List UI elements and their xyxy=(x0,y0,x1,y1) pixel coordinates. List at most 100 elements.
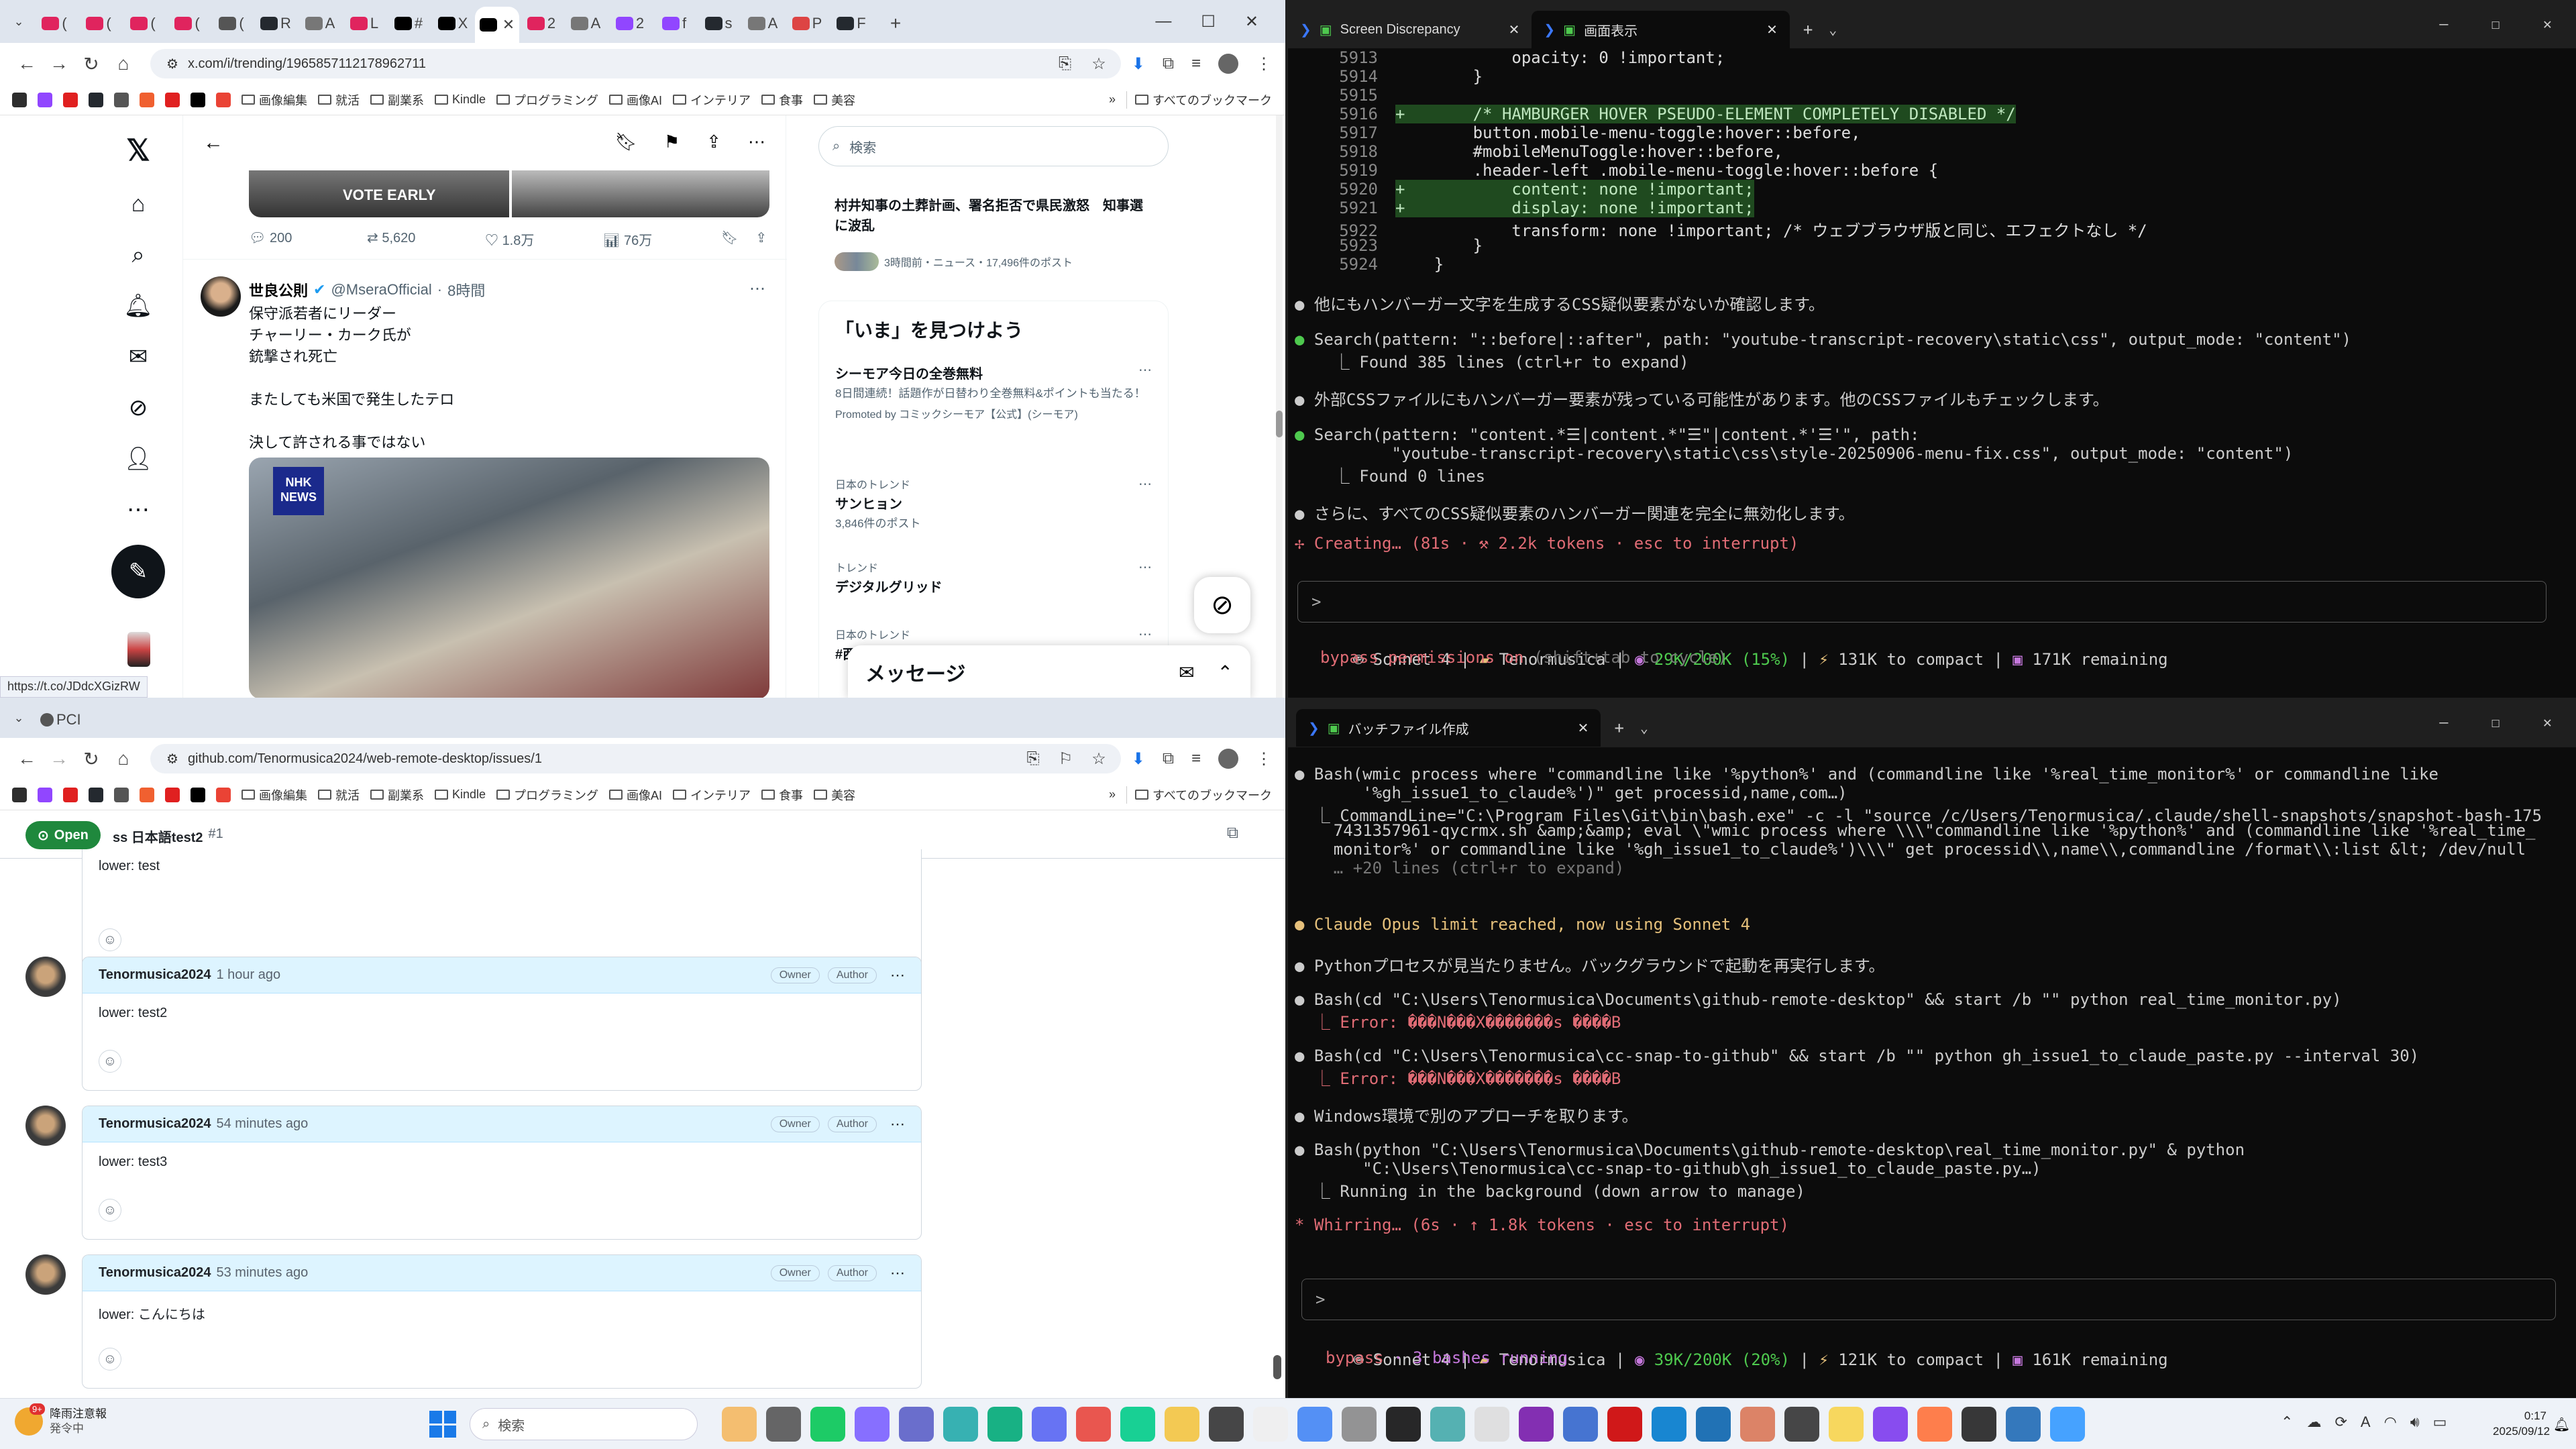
start-button[interactable] xyxy=(429,1411,456,1438)
prompt-input[interactable]: > xyxy=(1301,1279,2556,1320)
comment-time[interactable]: 54 minutes ago xyxy=(217,1116,309,1132)
media-icon[interactable]: ≡ xyxy=(1191,54,1201,73)
bookmark-star-icon[interactable]: ☆ xyxy=(1091,54,1106,74)
more-icon[interactable]: ⋯ xyxy=(890,967,905,984)
scrollbar[interactable] xyxy=(1276,115,1283,698)
grok-icon[interactable]: ⊘ xyxy=(123,393,153,423)
bookmark-folder[interactable]: 画像編集 xyxy=(241,786,307,804)
reload-icon[interactable]: ↻ xyxy=(75,48,107,80)
bookmark-folder[interactable]: Kindle xyxy=(435,788,486,802)
close-tab-icon[interactable]: ✕ xyxy=(1509,21,1520,38)
bookmark-favicon-icon[interactable] xyxy=(191,92,205,107)
weather-app-icon[interactable] xyxy=(722,1407,757,1442)
bookmark-favicon-icon[interactable] xyxy=(89,92,103,107)
bookmark-folder[interactable]: 画像AI xyxy=(609,786,662,804)
dropdown-icon[interactable]: ⌄ xyxy=(1640,720,1648,736)
tweet-author-name[interactable]: 世良公則 xyxy=(249,279,308,301)
bookmark-favicon-icon[interactable] xyxy=(191,787,205,802)
bookmark-favicon-icon[interactable] xyxy=(114,787,129,802)
bookmark-folder[interactable]: 美容 xyxy=(814,91,855,109)
more-icon[interactable]: ⋯ xyxy=(749,279,765,299)
maximize-icon[interactable]: ☐ xyxy=(2491,714,2500,731)
share-icon[interactable]: ⇪ xyxy=(755,229,767,249)
address-bar[interactable]: ⚙ x.com/i/trending/1965857112178962711 ⎘ ☆ xyxy=(150,49,1121,78)
maximize-icon[interactable]: ☐ xyxy=(2491,16,2500,33)
ime-icon[interactable]: A xyxy=(2361,1413,2371,1431)
messages-drawer[interactable]: メッセージ ✉ ⌃ xyxy=(848,645,1250,698)
comment-author[interactable]: Tenormusica2024 xyxy=(99,967,211,983)
reload-icon[interactable]: ↻ xyxy=(75,743,107,775)
search-icon[interactable]: ⌕ xyxy=(123,240,153,270)
trend-item[interactable]: 日本のトレンド サンヒョン 3,846件のポスト ⋯ xyxy=(819,472,1168,555)
terminal-tab[interactable]: ❯ ▣ 画面表示 ✕ xyxy=(1532,11,1790,48)
tweet-image-right[interactable] xyxy=(512,170,769,217)
sync-app-icon[interactable] xyxy=(943,1407,978,1442)
browser-tab[interactable]: A xyxy=(298,9,342,38)
add-reaction-icon[interactable]: ☺ xyxy=(99,928,121,951)
bookmark-favicon-icon[interactable] xyxy=(216,92,231,107)
trend-item[interactable]: シーモア今日の全巻無料 8日間連続！話題作が日替わり全巻無料&ポイントも当たる！ P… xyxy=(819,358,1168,472)
terminal-tab[interactable]: ❯ ▣ Screen Discrepancy ✕ xyxy=(1288,11,1532,48)
tweet-image-left[interactable]: VOTE EARLY xyxy=(249,170,509,217)
weather-widget[interactable]: 9+ 降雨注意報 発令中 xyxy=(15,1403,107,1436)
extensions-icon[interactable]: ⧉ xyxy=(1163,54,1174,73)
bookmark-favicon-icon[interactable] xyxy=(216,787,231,802)
x-logo-icon[interactable]: 𝕏 xyxy=(123,134,153,167)
browser-tab[interactable]: F xyxy=(829,9,873,38)
post-button[interactable]: ✎ xyxy=(111,545,165,598)
dropdown-icon[interactable]: ⌄ xyxy=(1829,21,1837,38)
terminal-tab[interactable]: ❯ ▣ バッチファイル作成 ✕ xyxy=(1296,709,1601,747)
taskbar-search[interactable]: ⌕ 検索 xyxy=(470,1408,698,1440)
bookmark-folder[interactable]: 美容 xyxy=(814,786,855,804)
profile-avatar[interactable] xyxy=(1218,54,1238,74)
comment-time[interactable]: 53 minutes ago xyxy=(217,1265,309,1281)
more-icon[interactable]: ⋯ xyxy=(1138,626,1152,643)
new-message-icon[interactable]: ✉ xyxy=(1179,661,1194,684)
messages-icon[interactable]: ✉ xyxy=(123,342,153,372)
tab-pci[interactable]: PCI xyxy=(32,705,89,735)
scrollbar[interactable] xyxy=(1273,859,1281,1398)
back-icon[interactable]: ← xyxy=(11,48,43,80)
new-tab-icon[interactable]: + xyxy=(1803,20,1813,39)
bookmark-folder[interactable]: インテリア xyxy=(673,786,751,804)
site-info-icon[interactable]: ⚙ xyxy=(166,751,178,767)
home-icon[interactable]: ⌂ xyxy=(123,189,153,219)
browser-tab[interactable]: R xyxy=(254,9,298,38)
back-arrow-icon[interactable]: ← xyxy=(203,131,223,154)
bookmark-folder[interactable]: 就活 xyxy=(318,786,360,804)
reply-button[interactable]: 💬︎ 200 xyxy=(249,229,367,249)
bookmark-folder[interactable]: 画像AI xyxy=(609,91,662,109)
comment-time[interactable]: 1 hour ago xyxy=(217,967,281,983)
share-icon[interactable]: ⇪ xyxy=(706,131,721,152)
edge-icon[interactable] xyxy=(1120,1407,1155,1442)
notifications-icon[interactable]: 🔔︎ xyxy=(123,291,153,321)
comment-author[interactable]: Tenormusica2024 xyxy=(99,1116,211,1132)
bookmark-favicon-icon[interactable] xyxy=(12,787,27,802)
close-icon[interactable]: ✕ xyxy=(2543,714,2552,731)
prompt-input[interactable]: > xyxy=(1297,581,2546,623)
browser-tab[interactable]: ( xyxy=(76,9,121,38)
bookmark-favicon-icon[interactable] xyxy=(140,92,154,107)
app3-icon[interactable] xyxy=(2050,1407,2085,1442)
vscode-alt-icon[interactable] xyxy=(1430,1407,1465,1442)
chrome-icon[interactable] xyxy=(1076,1407,1111,1442)
more-icon[interactable]: ⋯ xyxy=(123,495,153,525)
maximize-icon[interactable]: ☐ xyxy=(1201,12,1216,32)
more-icon[interactable]: ⋯ xyxy=(1138,476,1152,492)
more-icon[interactable]: ⋯ xyxy=(1138,559,1152,576)
bookmark-folder[interactable]: インテリア xyxy=(673,91,751,109)
download-icon[interactable]: ⬇ xyxy=(1132,749,1145,769)
bookmark-folder[interactable]: 就活 xyxy=(318,91,360,109)
onenote-icon[interactable] xyxy=(1519,1407,1554,1442)
bookmark-folder[interactable]: 食事 xyxy=(761,786,803,804)
app-icon[interactable] xyxy=(1209,1407,1244,1442)
browser-tab[interactable]: P xyxy=(785,9,829,38)
bookmark-icon[interactable]: 🔖︎ xyxy=(721,229,738,249)
search-input[interactable]: ⌕ 検索 xyxy=(818,126,1169,166)
tweet-image[interactable]: NHK NEWS xyxy=(249,458,769,698)
bookmark-folder[interactable]: プログラミング xyxy=(496,786,598,804)
bookmark-folder[interactable]: 食事 xyxy=(761,91,803,109)
calc-icon[interactable] xyxy=(2006,1407,2041,1442)
bookmark-favicon-icon[interactable] xyxy=(38,787,52,802)
more-icon[interactable]: ⋯ xyxy=(1138,362,1152,378)
